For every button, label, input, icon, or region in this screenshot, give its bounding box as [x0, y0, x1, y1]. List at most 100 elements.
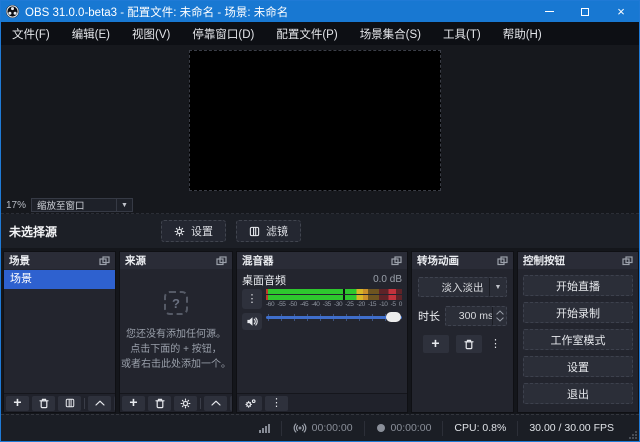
advanced-audio-button[interactable]	[239, 396, 262, 411]
duration-value: 300 ms	[459, 310, 493, 322]
remove-scene-button[interactable]	[32, 396, 55, 411]
transition-value: 淡入淡出	[442, 280, 484, 295]
zoom-mode-select[interactable]: 缩放至窗口 ▼	[31, 198, 133, 212]
sources-panel-title: 来源	[125, 253, 146, 268]
fps-indicator: 30.00 / 30.00 FPS	[529, 422, 614, 434]
popout-icon[interactable]	[622, 256, 633, 266]
advanced-audio-icon	[244, 398, 257, 409]
add-transition-button[interactable]: +	[423, 335, 449, 353]
preview-area: 17% 缩放至窗口 ▼	[1, 45, 639, 214]
record-status-icon	[376, 423, 386, 433]
menu-bar: 文件(F) 编辑(E) 视图(V) 停靠窗口(D) 配置文件(P) 场景集合(S…	[1, 22, 639, 45]
volume-meter	[266, 289, 402, 300]
scene-list-item[interactable]: 场景	[4, 270, 115, 289]
stream-status-icon	[293, 423, 307, 433]
obs-window: OBS 31.0.0-beta3 - 配置文件: 未命名 - 场景: 未命名 ×…	[0, 0, 640, 442]
speaker-icon	[246, 316, 258, 327]
question-placeholder-icon: ?	[164, 291, 188, 315]
maximize-button[interactable]	[567, 1, 603, 22]
volume-slider[interactable]	[266, 311, 402, 323]
sources-empty-state: ? 您还没有添加任何源。 点击下面的 + 按钮， 或者右击此处添加一个。	[120, 291, 232, 372]
remove-transition-button[interactable]	[456, 335, 482, 353]
scenes-panel-title: 场景	[9, 253, 30, 268]
dock-area: 场景 场景 + 来源	[1, 248, 639, 415]
menu-scene-collection[interactable]: 场景集合(S)	[349, 22, 432, 45]
menu-view[interactable]: 视图(V)	[121, 22, 181, 45]
chevron-up-icon	[95, 400, 105, 406]
move-scene-down-button[interactable]	[114, 396, 115, 411]
menu-docks[interactable]: 停靠窗口(D)	[181, 22, 265, 45]
filters-icon	[65, 398, 75, 408]
gear-icon	[174, 226, 185, 237]
filters-icon	[249, 226, 260, 237]
mixer-toolbar: ⋮	[237, 393, 407, 412]
controls-panel: 控制按钮 开始直播 开始录制 工作室模式 设置 退出	[517, 251, 639, 413]
exit-button[interactable]: 退出	[523, 383, 633, 404]
trash-icon	[39, 398, 49, 409]
obs-logo-icon	[6, 5, 19, 18]
source-filters-button[interactable]: 滤镜	[236, 220, 301, 242]
audio-level-db: 0.0 dB	[373, 274, 402, 285]
spin-down-icon[interactable]	[496, 317, 504, 322]
sources-empty-line: 或者右击此处添加一个。	[120, 357, 232, 372]
add-scene-button[interactable]: +	[6, 396, 29, 411]
start-streaming-button[interactable]: 开始直播	[523, 275, 633, 296]
dropdown-arrow-icon: ▼	[489, 278, 506, 296]
sources-panel: 来源 ? 您还没有添加任何源。 点击下面的 + 按钮， 或者右击此处添加一个。 …	[119, 251, 233, 413]
minimize-button[interactable]	[531, 1, 567, 22]
transition-properties-button[interactable]: ⋮	[489, 335, 503, 353]
sources-toolbar: +	[120, 393, 232, 412]
volume-meter-scale: -60-55-50-45-40-35-30-25-20-15-10-50	[266, 301, 402, 308]
settings-button[interactable]: 设置	[523, 356, 633, 377]
sources-empty-line: 点击下面的 + 按钮，	[120, 342, 232, 357]
resize-grip[interactable]	[629, 431, 637, 439]
trash-icon	[464, 339, 474, 350]
close-button[interactable]: ×	[603, 1, 639, 22]
menu-tools[interactable]: 工具(T)	[432, 22, 492, 45]
scenes-panel: 场景 场景 +	[3, 251, 116, 413]
gear-icon	[180, 398, 191, 409]
remove-source-button[interactable]	[148, 396, 171, 411]
spin-up-icon[interactable]	[496, 310, 504, 315]
sources-empty-line: 您还没有添加任何源。	[120, 327, 232, 342]
start-recording-button[interactable]: 开始录制	[523, 302, 633, 323]
scene-filters-button[interactable]	[58, 396, 81, 411]
menu-help[interactable]: 帮助(H)	[492, 22, 553, 45]
title-bar: OBS 31.0.0-beta3 - 配置文件: 未命名 - 场景: 未命名 ×	[1, 1, 639, 22]
channel-options-button[interactable]: ⋮	[242, 289, 262, 309]
popout-icon[interactable]	[391, 256, 402, 266]
menu-edit[interactable]: 编辑(E)	[61, 22, 121, 45]
duration-label: 时长	[418, 308, 440, 324]
popout-icon[interactable]	[99, 256, 110, 266]
dropdown-arrow-icon: ▼	[116, 199, 132, 211]
connection-signal-icon	[259, 423, 270, 433]
source-filters-label: 滤镜	[266, 223, 288, 239]
source-properties-button[interactable]	[174, 396, 197, 411]
volume-slider-handle[interactable]	[386, 312, 401, 322]
move-scene-up-button[interactable]	[88, 396, 111, 411]
transitions-panel-title: 转场动画	[417, 253, 459, 268]
controls-panel-title: 控制按钮	[523, 253, 565, 268]
move-source-up-button[interactable]	[204, 396, 227, 411]
menu-file[interactable]: 文件(F)	[1, 22, 61, 45]
source-settings-button[interactable]: 设置	[161, 220, 226, 242]
mixer-panel-title: 混音器	[242, 253, 274, 268]
mixer-options-button[interactable]: ⋮	[265, 396, 288, 411]
speaker-mute-button[interactable]	[242, 313, 262, 330]
add-source-button[interactable]: +	[122, 396, 145, 411]
window-title: OBS 31.0.0-beta3 - 配置文件: 未命名 - 场景: 未命名	[25, 4, 288, 20]
duration-spinbox[interactable]: 300 ms	[445, 306, 507, 326]
preview-canvas[interactable]	[189, 50, 441, 191]
scenes-toolbar: +	[4, 393, 115, 412]
popout-icon[interactable]	[216, 256, 227, 266]
zoom-mode-value: 缩放至窗口	[37, 198, 85, 212]
source-settings-label: 设置	[191, 223, 213, 239]
stream-time: 00:00:00	[312, 422, 353, 434]
menu-profile[interactable]: 配置文件(P)	[265, 22, 348, 45]
move-source-down-button[interactable]	[230, 396, 232, 411]
transition-select[interactable]: 淡入淡出 ▼	[418, 277, 507, 297]
source-properties-bar: 未选择源 设置 滤镜	[1, 214, 639, 248]
popout-icon[interactable]	[497, 256, 508, 266]
studio-mode-button[interactable]: 工作室模式	[523, 329, 633, 350]
source-list[interactable]: ? 您还没有添加任何源。 点击下面的 + 按钮， 或者右击此处添加一个。 +	[120, 269, 232, 412]
